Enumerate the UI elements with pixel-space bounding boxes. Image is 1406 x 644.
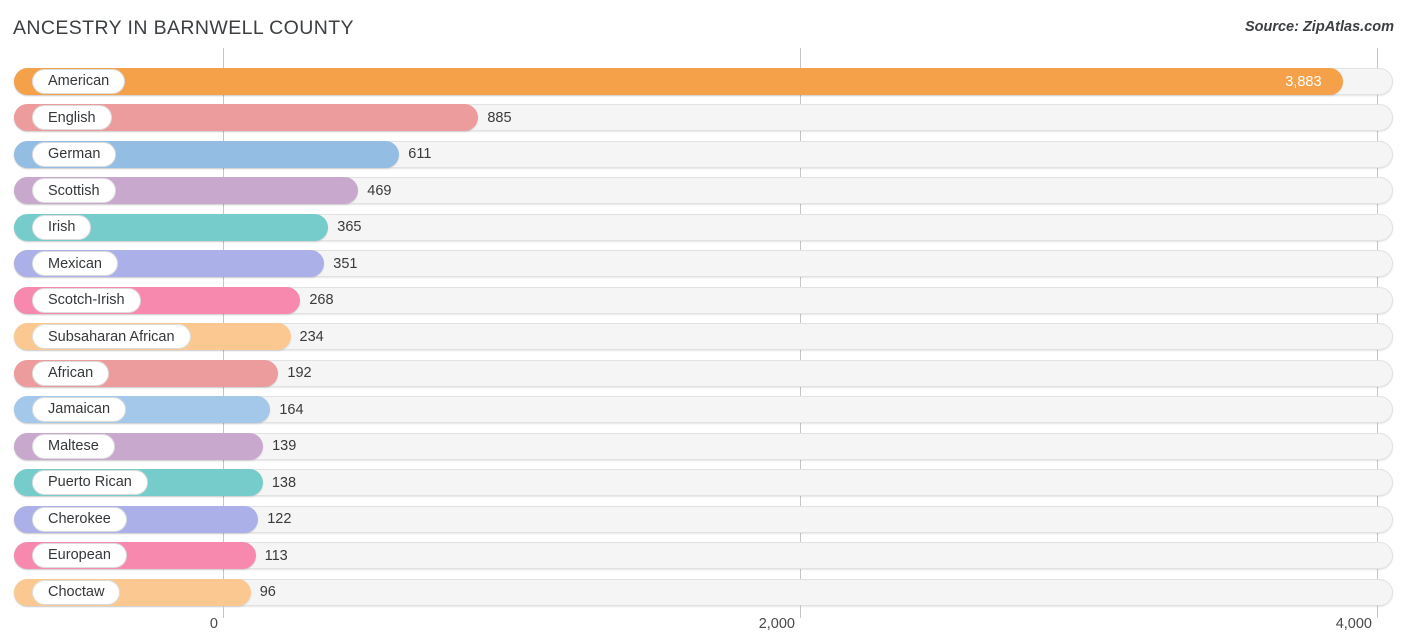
category-label: African: [48, 365, 94, 381]
axis-tick-mark: [1377, 605, 1378, 618]
bar-row[interactable]: English 885: [14, 104, 1393, 132]
category-label: Irish: [48, 219, 76, 236]
source-attribution: Source: ZipAtlas.com: [1244, 19, 1394, 35]
category-pill: Puerto Rican: [32, 470, 148, 496]
bar-value-label: 122: [267, 511, 292, 528]
bar-value-label: 3,883: [1285, 73, 1322, 90]
category-pill: Mexican: [32, 251, 118, 277]
x-axis: 0 2,000 4,000: [0, 605, 1406, 644]
category-pill: Subsaharan African: [32, 324, 191, 350]
category-pill: Cherokee: [32, 506, 127, 532]
bar-row[interactable]: Puerto Rican 138: [14, 469, 1393, 497]
chart-title: ANCESTRY IN BARNWELL COUNTY: [13, 17, 354, 39]
axis-tick-label: 2,000: [758, 616, 795, 632]
bar-value-label: 365: [337, 219, 362, 236]
axis-tick-mark: [223, 605, 224, 618]
category-label: Puerto Rican: [48, 474, 132, 491]
bar-row[interactable]: Jamaican 164: [14, 396, 1393, 424]
category-pill: Jamaican: [32, 397, 127, 423]
category-label: English: [48, 109, 96, 126]
category-pill: Irish: [32, 214, 92, 240]
category-pill: Maltese: [32, 433, 115, 459]
axis-tick-label: 4,000: [1335, 616, 1372, 632]
bar-row[interactable]: African 192: [14, 359, 1393, 387]
bar-value-label: 885: [487, 109, 512, 126]
axis-tick-label: 0: [209, 616, 218, 632]
category-pill: Choctaw: [32, 579, 121, 605]
axis-tick-mark: [800, 605, 801, 618]
bar-value-label: 139: [272, 438, 297, 455]
plot-area: American 3,883 English 885 German 611 Scottish…: [0, 48, 1406, 606]
bar-row[interactable]: Mexican 351: [14, 250, 1393, 278]
bar-row[interactable]: Scotch-Irish 268: [14, 286, 1393, 314]
bar-fill: [14, 68, 1344, 95]
bar-row[interactable]: Maltese 139: [14, 432, 1393, 460]
category-pill: American: [32, 69, 126, 94]
category-label: Scottish: [48, 182, 100, 199]
category-label: Choctaw: [48, 583, 105, 600]
bar-row[interactable]: Irish 365: [14, 213, 1393, 241]
bar-row[interactable]: Subsaharan African 234: [14, 323, 1393, 351]
bar-value-label: 469: [367, 182, 392, 199]
category-pill: European: [32, 543, 127, 569]
category-label: German: [48, 146, 101, 163]
bar-value-label: 96: [259, 584, 276, 601]
category-pill: Scottish: [32, 178, 116, 204]
category-pill: English: [32, 105, 112, 131]
category-pill: Scotch-Irish: [32, 287, 141, 313]
bar-row[interactable]: European 113: [14, 542, 1393, 570]
bar-value-label: 192: [287, 365, 312, 382]
bar-row[interactable]: Cherokee 122: [14, 505, 1393, 533]
category-pill: German: [32, 141, 117, 167]
bar-row[interactable]: Choctaw 96: [14, 578, 1393, 606]
category-label: Mexican: [48, 255, 102, 272]
bar-row[interactable]: Scottish 469: [14, 177, 1393, 205]
bar-value-label: 351: [333, 255, 358, 272]
bar-row[interactable]: German 611: [14, 140, 1393, 168]
category-pill: African: [32, 360, 110, 386]
bar-value-label: 611: [408, 146, 432, 163]
bar-value-label: 234: [299, 328, 324, 345]
category-label: Scotch-Irish: [48, 292, 125, 309]
category-label: Cherokee: [48, 510, 111, 527]
category-label: European: [48, 547, 111, 564]
bar-rows: American 3,883 English 885 German 611 Scottish…: [0, 48, 1406, 606]
category-label: American: [48, 73, 110, 90]
category-label: Subsaharan African: [48, 328, 175, 345]
bar-value-label: 113: [264, 547, 288, 564]
bar-value-label: 268: [309, 292, 334, 309]
category-label: Jamaican: [48, 401, 111, 418]
bar-value-label: 164: [279, 401, 304, 418]
bar-value-label: 138: [271, 474, 297, 491]
category-label: Maltese: [48, 437, 99, 454]
bar-row[interactable]: American 3,883: [14, 68, 1393, 95]
